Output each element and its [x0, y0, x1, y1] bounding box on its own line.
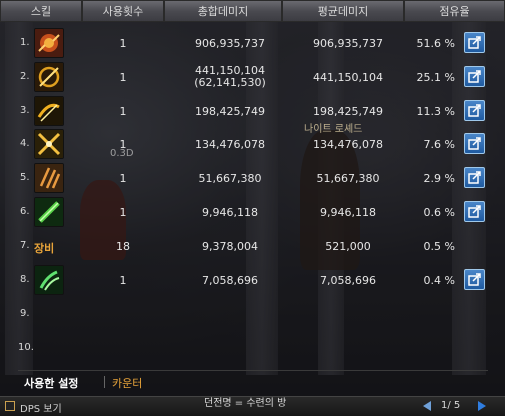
average-damage: 441,150,104: [313, 71, 383, 84]
use-count: 1: [119, 206, 127, 219]
spiral-slash-skill-icon: [34, 62, 64, 92]
table-row: 10.: [0, 332, 505, 366]
share-button[interactable]: [464, 167, 485, 188]
table-row: 2. 1 441,150,104 (62,141,530) 441,150,10…: [0, 61, 505, 95]
row-number: 9.: [20, 308, 30, 319]
use-count: 1: [119, 172, 127, 185]
dungeon-name: 던전명 = 수련의 방: [204, 398, 287, 409]
row-number: 10.: [18, 342, 34, 353]
tab-bar: 사용한 설정 카운터: [18, 370, 488, 393]
average-damage: 7,058,696: [320, 274, 376, 287]
header-average-damage: 평균데미지: [282, 0, 404, 22]
total-damage: 51,667,380: [198, 172, 262, 185]
total-damage-extra: (62,141,530): [194, 76, 266, 89]
row-number: 6.: [20, 206, 30, 217]
share-icon: [468, 36, 481, 49]
share-icon: [468, 70, 481, 83]
total-damage-cell: 441,150,104 (62,141,530): [180, 65, 280, 89]
table-header: 스킬 사용횟수 총합데미지 평균데미지 점유율: [0, 0, 505, 22]
total-damage: 7,058,696: [202, 274, 258, 287]
next-page-icon[interactable]: [478, 401, 486, 411]
share-button[interactable]: [464, 66, 485, 87]
header-total-damage: 총합데미지: [164, 0, 282, 22]
dps-checkbox-label: DPS 보기: [20, 404, 62, 415]
share-icon: [468, 171, 481, 184]
table-row: 8. 1 7,058,696 7,058,696 0.4 %: [0, 264, 505, 298]
total-damage: 9,378,004: [202, 240, 258, 253]
page-indicator: 1/ 5: [441, 400, 461, 411]
average-damage: 906,935,737: [313, 37, 383, 50]
table-row: 1. 1 906,935,737 906,935,737 51.6 %: [0, 27, 505, 61]
average-damage: 134,476,078: [313, 138, 383, 151]
table-row: 6. 1 9,946,118 9,946,118 0.6 %: [0, 196, 505, 230]
damage-share: 0.4 %: [423, 274, 455, 287]
share-icon: [468, 273, 481, 286]
damage-share: 0.5 %: [423, 240, 455, 253]
share-icon: [468, 137, 481, 150]
dash-strike-skill-icon: [34, 96, 64, 126]
average-damage: 9,946,118: [320, 206, 376, 219]
damage-share: 7.6 %: [423, 138, 455, 151]
share-icon: [468, 104, 481, 117]
share-button[interactable]: [464, 32, 485, 53]
average-damage: 521,000: [325, 240, 371, 253]
row-number: 2.: [20, 71, 30, 82]
header-share: 점유율: [404, 0, 505, 22]
use-count: 1: [119, 274, 127, 287]
cross-blade-skill-icon: [34, 129, 64, 159]
damage-share: 25.1 %: [416, 71, 455, 84]
equipment-label: 장비: [34, 242, 55, 255]
header-uses: 사용횟수: [82, 0, 164, 22]
dps-checkbox[interactable]: [5, 401, 15, 411]
table-row: 4. 1 134,476,078 134,476,078 7.6 %: [0, 128, 505, 162]
average-damage: 51,667,380: [316, 172, 380, 185]
total-damage: 9,946,118: [202, 206, 258, 219]
table-row: 7. 장비 18 9,378,004 521,000 0.5 %: [0, 230, 505, 264]
use-count: 1: [119, 138, 127, 151]
row-number: 4.: [20, 138, 30, 149]
bottom-bar: DPS 보기 던전명 = 수련의 방 1/ 5: [0, 396, 505, 416]
green-blade-skill-icon: [34, 197, 64, 227]
table-row: 3. 1 198,425,749 198,425,749 11.3 %: [0, 95, 505, 129]
triple-slash-skill-icon: [34, 163, 64, 193]
tab-counter[interactable]: 카운터: [112, 375, 142, 391]
header-skill: 스킬: [0, 0, 82, 22]
average-damage: 198,425,749: [313, 105, 383, 118]
row-number: 1.: [20, 37, 30, 48]
tab-divider: [104, 376, 105, 388]
share-button[interactable]: [464, 100, 485, 121]
row-number: 8.: [20, 274, 30, 285]
damage-share: 11.3 %: [416, 105, 455, 118]
total-damage: 198,425,749: [195, 105, 265, 118]
share-button[interactable]: [464, 133, 485, 154]
use-count: 18: [116, 240, 130, 253]
damage-share: 0.6 %: [423, 206, 455, 219]
row-number: 7.: [20, 240, 30, 251]
tab-used-settings[interactable]: 사용한 설정: [24, 375, 78, 391]
prev-page-icon[interactable]: [423, 401, 431, 411]
total-damage: 906,935,737: [195, 37, 265, 50]
row-number: 3.: [20, 105, 30, 116]
damage-share: 2.9 %: [423, 172, 455, 185]
total-damage: 134,476,078: [195, 138, 265, 151]
flame-orb-skill-icon: [34, 28, 64, 58]
damage-share: 51.6 %: [416, 37, 455, 50]
share-icon: [468, 205, 481, 218]
share-button[interactable]: [464, 201, 485, 222]
use-count: 1: [119, 37, 127, 50]
green-claw-skill-icon: [34, 265, 64, 295]
share-button[interactable]: [464, 269, 485, 290]
row-number: 5.: [20, 172, 30, 183]
table-row: 5. 1 51,667,380 51,667,380 2.9 %: [0, 162, 505, 196]
table-row: 9.: [0, 298, 505, 332]
use-count: 1: [119, 71, 127, 84]
use-count: 1: [119, 105, 127, 118]
